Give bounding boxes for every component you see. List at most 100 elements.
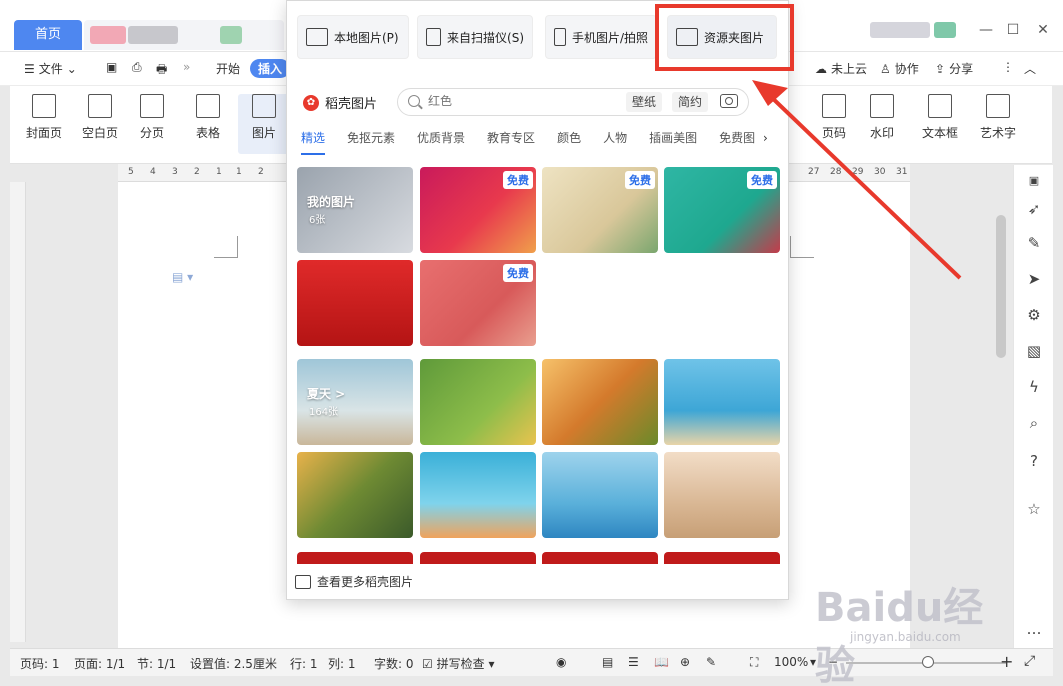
my-images-card[interactable]: 我的图片 6张 (297, 167, 413, 253)
search-tag-wallpaper[interactable]: 壁纸 (626, 92, 663, 112)
avatar[interactable] (934, 22, 956, 38)
more-dots-icon[interactable]: … (1024, 619, 1044, 639)
file-menu-label: 文件 (38, 62, 63, 76)
my-images-count: 6张 (309, 215, 326, 226)
close-icon[interactable]: ✕ (1030, 20, 1056, 40)
category-tab[interactable]: 优质背景 (417, 129, 465, 155)
table-button[interactable]: 表格 (182, 94, 234, 141)
zoom-slider-thumb[interactable] (922, 656, 934, 668)
more-icon[interactable]: ⋮ (1002, 60, 1014, 74)
camera-icon[interactable] (720, 94, 738, 108)
image-thumbnail[interactable]: 免费 (542, 167, 658, 253)
image-thumbnail[interactable] (664, 359, 780, 445)
vertical-scrollbar[interactable] (996, 215, 1006, 358)
more-images-link[interactable]: 查看更多稻壳图片 (295, 573, 413, 590)
category-tab[interactable]: 精选 (301, 129, 326, 155)
star-folder-icon[interactable]: ☆ (1024, 499, 1044, 519)
ribbon-label: 封面页 (25, 126, 62, 140)
pen-icon[interactable]: ✎ (1024, 233, 1044, 253)
document-tab-status (220, 26, 242, 44)
status-setting[interactable]: 设置值: 2.5厘米 (190, 655, 277, 672)
tab-start[interactable]: 开始 (216, 60, 240, 77)
tab-insert[interactable]: 插入 (250, 59, 291, 78)
minimize-icon[interactable]: — (973, 20, 999, 40)
phone-image-button[interactable]: 手机图片/拍照 (545, 15, 657, 59)
search-input[interactable] (428, 94, 608, 108)
page-break-button[interactable]: 分页 (126, 94, 178, 141)
document-tab-title (128, 26, 178, 44)
spell-check-button[interactable]: ☑ 拼写检查 ▾ (422, 655, 494, 672)
image-thumbnail[interactable] (664, 552, 780, 564)
cover-page-button[interactable]: 封面页 (18, 94, 70, 141)
eye-icon[interactable]: ◉ (556, 655, 566, 669)
tab-home[interactable]: 首页 (14, 20, 82, 50)
vertical-ruler[interactable] (10, 182, 26, 642)
file-menu[interactable]: ☰ 文件 ⌄ (24, 60, 77, 77)
draw-icon[interactable]: ✎ (706, 655, 716, 669)
image-thumbnail[interactable] (297, 452, 413, 538)
wordart-button[interactable]: 艺术字 (972, 94, 1024, 141)
fit-page-icon[interactable]: ⛶ (750, 655, 758, 670)
print-icon[interactable]: 🖶 (156, 60, 167, 81)
image-thumbnail[interactable] (542, 552, 658, 564)
lightning-icon[interactable]: ϟ (1024, 377, 1044, 397)
ruler-tick: 1 (216, 167, 222, 177)
category-tab[interactable]: 免抠元素 (347, 129, 395, 155)
ribbon-label: 表格 (195, 126, 220, 140)
help-icon[interactable]: ? (1024, 451, 1044, 471)
docer-brand: ✿ 稻壳图片 (303, 93, 377, 112)
image-button[interactable]: 图片 (238, 94, 290, 154)
save-icon[interactable]: ▣ (106, 60, 117, 74)
docer-logo-icon: ✿ (303, 94, 319, 111)
category-tab[interactable]: 教育专区 (487, 129, 535, 155)
outline-view-icon[interactable]: ☰ (628, 655, 639, 669)
image-tool-icon[interactable]: ▧ (1024, 341, 1044, 361)
image-thumbnail[interactable]: 免费 (420, 167, 536, 253)
status-column[interactable]: 列: 1 (328, 655, 356, 672)
blank-page-button[interactable]: 空白页 (74, 94, 126, 141)
rocket-icon[interactable]: ➶ (1024, 199, 1044, 219)
image-search: 壁纸 简约 (397, 88, 749, 116)
export-icon[interactable]: ⎙ (132, 60, 142, 75)
read-view-icon[interactable]: 📖 (654, 655, 669, 669)
image-thumbnail[interactable] (297, 552, 413, 564)
ribbon-label: 艺术字 (979, 126, 1016, 140)
local-image-button[interactable]: 本地图片(P) (297, 15, 409, 59)
cursor-icon[interactable]: ➤ (1024, 269, 1044, 289)
status-page-number[interactable]: 页码: 1 (20, 655, 60, 672)
paragraph-marker-icon[interactable]: ▤ ▾ (172, 270, 193, 284)
summer-card[interactable]: 夏天 > 164张 (297, 359, 413, 445)
status-row[interactable]: 行: 1 (290, 655, 318, 672)
image-thumbnail[interactable] (664, 452, 780, 538)
category-tab[interactable]: 插画美图 (649, 129, 697, 155)
scanner-button[interactable]: 来自扫描仪(S) (417, 15, 533, 59)
status-word-count[interactable]: 字数: 0 (374, 655, 414, 672)
status-section[interactable]: 节: 1/1 (137, 655, 176, 672)
category-tab[interactable]: 人物 (603, 129, 627, 155)
more-chevron-icon[interactable]: » (183, 60, 190, 74)
category-tab[interactable]: 颜色 (557, 129, 581, 155)
local-image-label: 本地图片(P) (334, 30, 399, 45)
phone-image-icon (554, 28, 566, 46)
book-search-icon[interactable]: ⌕ (1024, 413, 1044, 433)
image-thumbnail[interactable] (420, 452, 536, 538)
web-view-icon[interactable]: ⊕ (680, 655, 690, 669)
search-tag-simple[interactable]: 简约 (672, 92, 709, 112)
panel-toggle-icon[interactable]: ▣ (1024, 171, 1044, 191)
image-icon (295, 574, 311, 589)
zoom-level[interactable]: 100% (774, 655, 808, 669)
image-thumbnail[interactable] (420, 359, 536, 445)
collapse-ribbon-icon[interactable]: ︿ (1024, 60, 1036, 77)
image-thumbnail[interactable] (542, 359, 658, 445)
maximize-icon[interactable]: ☐ (1000, 20, 1026, 40)
image-thumbnail[interactable] (420, 552, 536, 564)
image-thumbnail[interactable] (542, 452, 658, 538)
status-pages[interactable]: 页面: 1/1 (74, 655, 125, 672)
image-thumbnail[interactable] (297, 260, 413, 346)
image-thumbnail[interactable]: 免费 (420, 260, 536, 346)
sliders-icon[interactable]: ⚙ (1024, 305, 1044, 325)
page-view-icon[interactable]: ▤ (602, 655, 613, 669)
wordart-icon (986, 94, 1010, 118)
user-name[interactable] (870, 22, 930, 38)
fullscreen-icon[interactable]: ⤢ (1024, 653, 1035, 669)
